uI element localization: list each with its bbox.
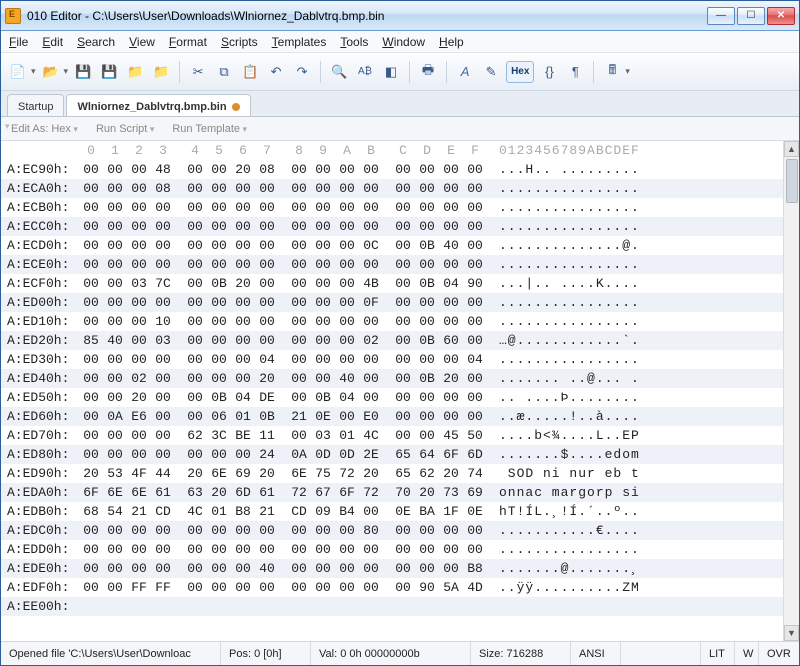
menu-format[interactable]: Format xyxy=(169,35,207,49)
tab-active-file[interactable]: Wlniornez_Dablvtrq.bmp.bin xyxy=(66,94,250,116)
status-ovr[interactable]: OVR xyxy=(759,642,799,665)
run-template-dropdown[interactable]: Run Template xyxy=(172,123,247,135)
menu-file[interactable]: File xyxy=(9,35,28,49)
hex-row[interactable]: A:ED30h:00000000000000040000000000000004… xyxy=(1,350,783,369)
scroll-thumb[interactable] xyxy=(786,159,798,203)
minimize-button[interactable]: — xyxy=(707,7,735,25)
scroll-up-arrow-icon[interactable]: ▲ xyxy=(784,141,799,157)
edit-as-dropdown[interactable]: Edit As: Hex xyxy=(11,123,78,135)
status-opened: Opened file 'C:\Users\User\Downloac xyxy=(1,642,221,665)
hex-row[interactable]: A:EDB0h:685421CD4C01B821CD09B4000EBA1F0E… xyxy=(1,502,783,521)
hex-row[interactable]: A:EDE0h:000000000000004000000000000000B8… xyxy=(1,559,783,578)
tab-bar: Startup Wlniornez_Dablvtrq.bmp.bin xyxy=(1,91,799,117)
menu-view[interactable]: View xyxy=(129,35,155,49)
scroll-down-arrow-icon[interactable]: ▼ xyxy=(784,625,799,641)
folder-icon[interactable]: 📁 xyxy=(124,61,146,83)
cut-icon[interactable]: ✂ xyxy=(187,61,209,83)
status-pos: Pos: 0 [0h] xyxy=(221,642,311,665)
redo-icon[interactable]: ↷ xyxy=(291,61,313,83)
new-file-icon[interactable]: 📄 xyxy=(7,61,29,83)
hex-row[interactable]: A:ECA0h:00000008000000000000000000000000… xyxy=(1,179,783,198)
hex-row[interactable]: A:EDF0h:0000FFFF000000000000000000905A4D… xyxy=(1,578,783,597)
hex-editor[interactable]: 0123456789ABCDEF0123456789ABCDEFA:EC90h:… xyxy=(1,141,783,641)
menu-edit[interactable]: Edit xyxy=(42,35,63,49)
hex-row[interactable]: A:EDC0h:00000000000000000000008000000000… xyxy=(1,521,783,540)
hex-row[interactable]: A:EDD0h:00000000000000000000000000000000… xyxy=(1,540,783,559)
hex-row[interactable]: A:ED70h:00000000623CBE110003014C00004550… xyxy=(1,426,783,445)
open-folder-icon[interactable]: 📂 xyxy=(40,61,62,83)
run-script-dropdown[interactable]: Run Script xyxy=(96,123,154,135)
app-window: 010 Editor - C:\Users\User\Downloads\Wln… xyxy=(0,0,800,666)
hex-row[interactable]: A:ED50h:00002000000B04DE000B040000000000… xyxy=(1,388,783,407)
toolbar: 📄▾ 📂▾ 💾 💾 📁 📁 ✂ ⧉ 📋 ↶ ↷ 🔍 A₿ ◧ 🖶 A ✎ Hex… xyxy=(1,53,799,91)
app-icon xyxy=(5,8,21,24)
expand-icon[interactable]: ▾ xyxy=(5,121,10,132)
menu-help[interactable]: Help xyxy=(439,35,464,49)
status-size: Size: 716288 xyxy=(471,642,571,665)
hex-row[interactable]: A:ED20h:854000030000000000000002000B6000… xyxy=(1,331,783,350)
hex-row[interactable]: A:EE00h: xyxy=(1,597,783,616)
hex-row[interactable]: A:ECB0h:00000000000000000000000000000000… xyxy=(1,198,783,217)
print-icon[interactable]: 🖶 xyxy=(417,61,439,83)
status-endian[interactable]: LIT xyxy=(701,642,735,665)
menu-scripts[interactable]: Scripts xyxy=(221,35,258,49)
close-button[interactable]: ✕ xyxy=(767,7,795,25)
hex-row[interactable]: A:ECC0h:00000000000000000000000000000000… xyxy=(1,217,783,236)
tab-startup[interactable]: Startup xyxy=(7,94,64,116)
hex-row[interactable]: A:ECD0h:00000000000000000000000C000B4000… xyxy=(1,236,783,255)
status-bar: Opened file 'C:\Users\User\Downloac Pos:… xyxy=(1,641,799,665)
save-all-icon[interactable]: 💾 xyxy=(98,61,120,83)
title-bar[interactable]: 010 Editor - C:\Users\User\Downloads\Wln… xyxy=(1,1,799,31)
save-icon[interactable]: 💾 xyxy=(72,61,94,83)
brackets-icon[interactable]: {} xyxy=(538,61,560,83)
hex-row[interactable]: A:ED60h:000AE6000006010B210E00E000000000… xyxy=(1,407,783,426)
hex-row[interactable]: A:ED80h:00000000000000240A0D0D2E65646F6D… xyxy=(1,445,783,464)
window-title: 010 Editor - C:\Users\User\Downloads\Wln… xyxy=(27,9,707,23)
hex-row[interactable]: A:EC90h:00000048000020080000000000000000… xyxy=(1,160,783,179)
hex-row[interactable]: A:ED10h:00000010000000000000000000000000… xyxy=(1,312,783,331)
hex-row[interactable]: A:ED00h:00000000000000000000000F00000000… xyxy=(1,293,783,312)
hex-row[interactable]: A:ECE0h:00000000000000000000000000000000… xyxy=(1,255,783,274)
dirty-indicator-icon xyxy=(232,103,240,111)
paste-icon[interactable]: 📋 xyxy=(239,61,261,83)
editor-area: 0123456789ABCDEF0123456789ABCDEFA:EC90h:… xyxy=(1,141,799,641)
folder2-icon[interactable]: 📁 xyxy=(150,61,172,83)
undo-icon[interactable]: ↶ xyxy=(265,61,287,83)
find-ab-icon[interactable]: A₿ xyxy=(354,61,376,83)
menu-bar: File Edit Search View Format Scripts Templates… xyxy=(1,31,799,53)
find-icon[interactable]: 🔍 xyxy=(328,61,350,83)
edit-icon[interactable]: ✎ xyxy=(480,61,502,83)
status-val: Val: 0 0h 00000000b xyxy=(311,642,471,665)
hex-row[interactable]: A:EDA0h:6F6E6E6163206D6172676F7270207369… xyxy=(1,483,783,502)
status-w[interactable]: W xyxy=(735,642,759,665)
font-a-icon[interactable]: A xyxy=(454,61,476,83)
highlight-icon[interactable]: ◧ xyxy=(380,61,402,83)
menu-window[interactable]: Window xyxy=(382,35,425,49)
hex-mode-button[interactable]: Hex xyxy=(506,61,534,83)
maximize-button[interactable]: ☐ xyxy=(737,7,765,25)
copy-icon[interactable]: ⧉ xyxy=(213,61,235,83)
calc-icon[interactable]: 🖩 xyxy=(601,61,623,83)
paragraph-icon[interactable]: ¶ xyxy=(564,61,586,83)
hex-row[interactable]: A:ED90h:20534F44206E69206E75722065622074… xyxy=(1,464,783,483)
edit-options-bar: ▾ Edit As: Hex Run Script Run Template xyxy=(1,117,799,141)
menu-templates[interactable]: Templates xyxy=(272,35,327,49)
hex-row[interactable]: A:ED40h:000002000000002000004000000B2000… xyxy=(1,369,783,388)
status-encoding[interactable]: ANSI xyxy=(571,642,621,665)
menu-search[interactable]: Search xyxy=(77,35,115,49)
vertical-scrollbar[interactable]: ▲ ▼ xyxy=(783,141,799,641)
menu-tools[interactable]: Tools xyxy=(340,35,368,49)
hex-row[interactable]: A:ECF0h:0000037C000B20000000004B000B0490… xyxy=(1,274,783,293)
